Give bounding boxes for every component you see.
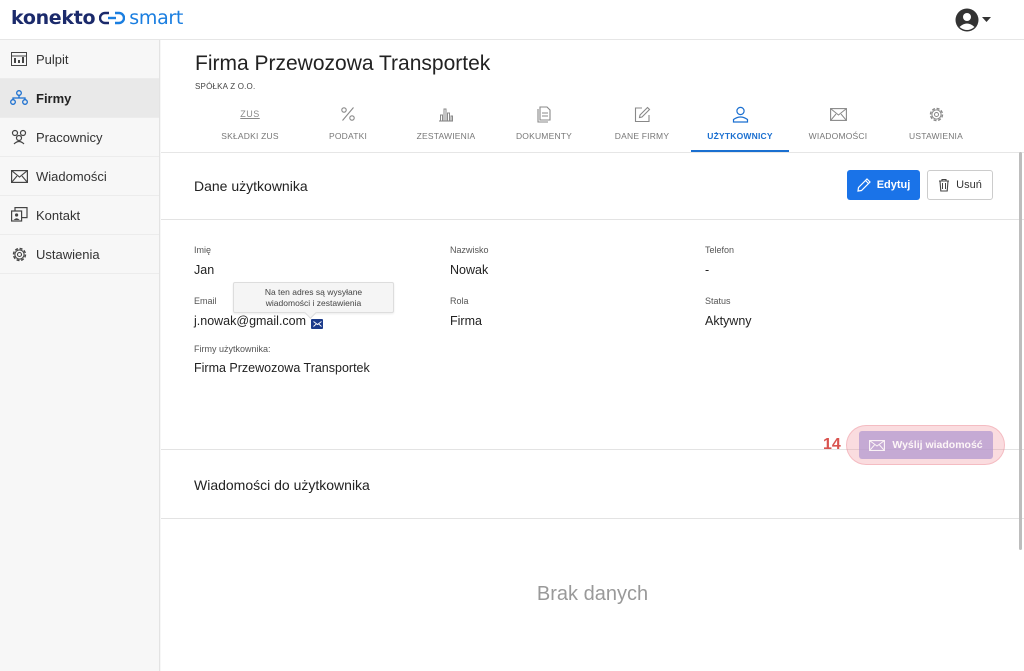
dashboard-icon	[10, 50, 28, 68]
tab-label: PODATKI	[328, 131, 368, 141]
percent-icon	[340, 104, 356, 124]
tab-zestawienia[interactable]: ZESTAWIENIA	[397, 96, 495, 152]
people-icon	[10, 128, 28, 146]
pencil-icon	[856, 178, 871, 192]
gear-icon	[10, 245, 28, 263]
tab-skladki-zus[interactable]: ZUS SKŁADKI ZUS	[201, 96, 299, 152]
email-label: Email	[194, 296, 217, 306]
tab-podatki[interactable]: PODATKI	[299, 96, 397, 152]
logo-text-smart: smart	[129, 7, 184, 29]
zus-icon-text: ZUS	[240, 109, 260, 119]
edit-button-label: Edytuj	[876, 179, 911, 191]
tooltip-line-2: wiadomości i zestawienia	[265, 298, 362, 308]
edit-icon	[634, 104, 651, 124]
zus-icon: ZUS	[240, 104, 260, 124]
sidebar-item-ustawienia[interactable]: Ustawienia	[0, 235, 159, 274]
status-value: Aktywny	[705, 314, 752, 328]
tab-label: DANE FIRMY	[614, 131, 670, 141]
sidebar-item-label: Pulpit	[36, 51, 69, 67]
email-notify-icon[interactable]	[311, 319, 323, 329]
tab-label: DOKUMENTY	[515, 131, 573, 141]
delete-button-label: Usuń	[956, 179, 982, 191]
sidebar-item-wiadomosci[interactable]: Wiadomości	[0, 157, 159, 196]
tab-label: UŻYTKOWNICY	[707, 131, 773, 141]
main-panel: Firma Przewozowa Transportek SPÓŁKA Z O.…	[161, 40, 1024, 671]
scrollbar[interactable]	[1019, 152, 1022, 550]
sidebar-item-firmy[interactable]: Firmy	[0, 79, 159, 118]
tab-wiadomosci[interactable]: WIADOMOŚCI	[789, 96, 887, 152]
empty-state-text: Brak danych	[536, 583, 649, 605]
user-section-title: Dane użytkownika	[194, 178, 308, 194]
bar-chart-icon	[438, 104, 454, 124]
contact-icon	[10, 206, 28, 224]
sidebar-item-pracownicy[interactable]: Pracownicy	[0, 118, 159, 157]
first-name-value: Jan	[194, 263, 215, 277]
step-number: 14	[823, 436, 841, 453]
first-name-label: Imię	[194, 245, 212, 255]
email-tooltip: Na ten adres są wysyłane wiadomości i ze…	[233, 282, 394, 313]
envelope-icon	[829, 104, 847, 124]
account-icon	[955, 8, 979, 32]
role-label: Rola	[450, 296, 469, 306]
user-section-header: Dane użytkownika Edytuj Usuń	[161, 153, 1024, 220]
tab-dokumenty[interactable]: DOKUMENTY	[495, 96, 593, 152]
email-value: j.nowak@gmail.com	[194, 314, 307, 328]
envelope-icon	[869, 439, 886, 451]
trash-icon	[939, 178, 950, 192]
org-chart-icon	[10, 89, 28, 107]
sidebar-item-kontakt[interactable]: Kontakt	[0, 196, 159, 235]
tab-label: USTAWIENIA	[909, 131, 963, 141]
sidebar-item-pulpit[interactable]: Pulpit	[0, 40, 159, 79]
phone-value: -	[705, 263, 710, 277]
tooltip-line-1: Na ten adres są wysyłane	[264, 287, 363, 297]
page-title: Firma Przewozowa Transportek	[195, 52, 491, 75]
sidebar-item-label: Ustawienia	[36, 246, 100, 262]
tab-dane-firmy[interactable]: DANE FIRMY	[593, 96, 691, 152]
user-menu[interactable]	[955, 8, 991, 32]
envelope-icon	[10, 167, 28, 185]
tab-bar: ZUS SKŁADKI ZUS PODATKI ZESTAWIENIA DOKU…	[201, 96, 985, 152]
tab-label: ZESTAWIENIA	[416, 131, 476, 141]
user-details-content: Dane użytkownika Edytuj Usuń Imię Jan Na…	[161, 153, 1024, 671]
phone-label: Telefon	[705, 245, 735, 255]
company-type: SPÓŁKA Z O.O.	[195, 82, 256, 91]
last-name-label: Nazwisko	[450, 245, 489, 255]
tab-label: SKŁADKI ZUS	[221, 131, 279, 141]
logo[interactable]: konekto smart	[11, 7, 183, 29]
top-bar: konekto smart	[0, 0, 1024, 40]
last-name-value: Nowak	[450, 263, 489, 277]
caret-down-icon	[982, 17, 991, 22]
envelope-icon	[312, 321, 322, 327]
companies-value: Firma Przewozowa Transportek	[194, 361, 370, 375]
send-message-button[interactable]: Wyślij wiadomość	[859, 431, 993, 459]
companies-label: Firmy użytkownika:	[194, 344, 271, 354]
link-icon	[99, 11, 126, 25]
sidebar: Pulpit Firmy Pracownicy Wiadomości Konta…	[0, 40, 160, 671]
sidebar-item-label: Firmy	[36, 90, 72, 106]
tab-uzytkownicy[interactable]: UŻYTKOWNICY	[691, 96, 789, 152]
sidebar-item-label: Wiadomości	[36, 168, 107, 184]
role-value: Firma	[450, 314, 482, 328]
send-message-label: Wyślij wiadomość	[892, 439, 983, 451]
logo-text-konekto: konekto	[11, 7, 96, 29]
sidebar-item-label: Kontakt	[36, 207, 81, 223]
tab-label: WIADOMOŚCI	[808, 131, 868, 141]
edit-button[interactable]: Edytuj	[847, 170, 920, 200]
user-icon	[732, 104, 749, 124]
messages-section-title: Wiadomości do użytkownika	[194, 477, 370, 493]
status-label: Status	[705, 296, 731, 306]
gear-icon	[928, 104, 945, 124]
sidebar-item-label: Pracownicy	[36, 129, 103, 145]
tab-ustawienia[interactable]: USTAWIENIA	[887, 96, 985, 152]
documents-icon	[537, 104, 551, 124]
delete-button[interactable]: Usuń	[927, 170, 993, 200]
